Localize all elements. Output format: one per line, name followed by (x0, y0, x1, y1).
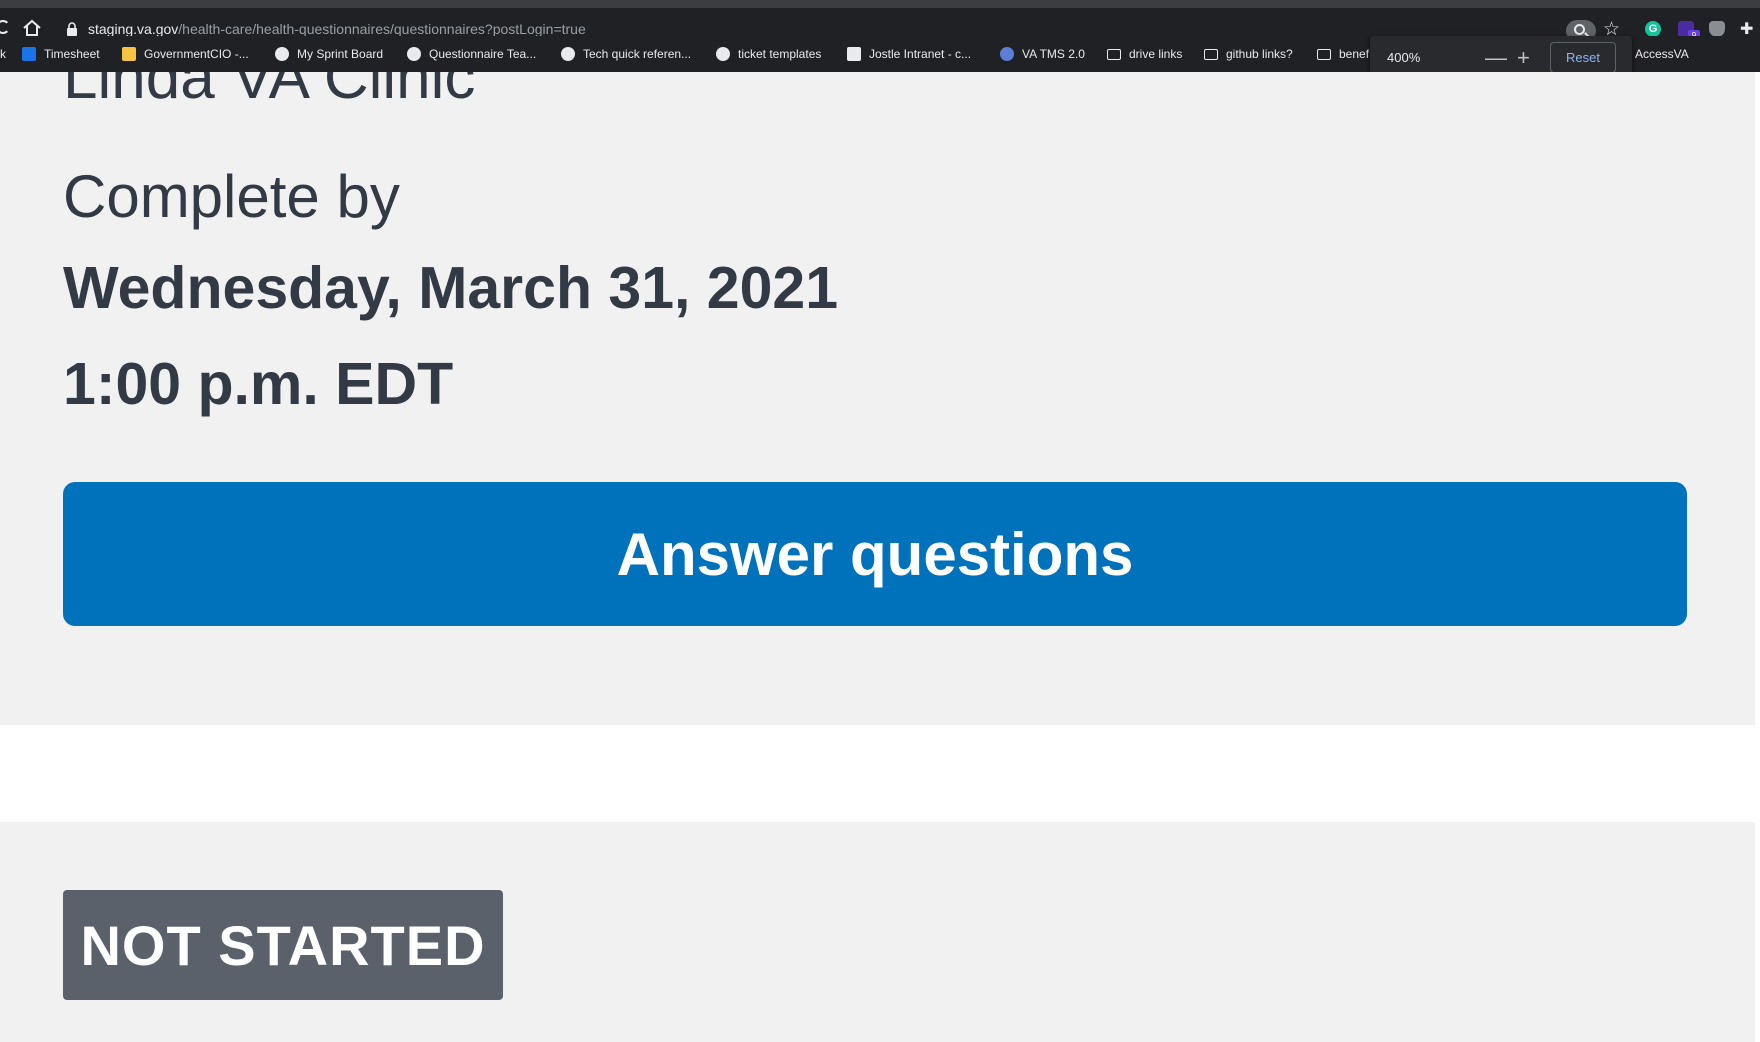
github-icon (716, 47, 730, 61)
clinic-name: Linda VA Clinic (63, 72, 476, 112)
status-badge: NOT STARTED (63, 890, 503, 1000)
lock-icon[interactable] (66, 22, 78, 36)
bookmark-governmentcio[interactable]: GovernmentCIO -... (122, 36, 249, 72)
due-date: Wednesday, March 31, 2021 (63, 255, 839, 321)
zoom-reset-button[interactable]: Reset (1550, 42, 1616, 73)
url-domain: staging.va.gov (88, 21, 179, 37)
bookmark-benef[interactable]: benef (1317, 36, 1369, 72)
reload-icon[interactable] (0, 20, 10, 34)
timesheet-icon (22, 47, 36, 61)
complete-by-label: Complete by (63, 163, 400, 230)
zoom-in-button[interactable]: + (1517, 43, 1530, 73)
bookmark-va-tms[interactable]: VA TMS 2.0 (1000, 36, 1085, 72)
bookmark-sprint-board[interactable]: My Sprint Board (275, 36, 383, 72)
shield-extension-icon[interactable] (1709, 21, 1725, 37)
questionnaire-card: Linda VA Clinic Complete by Wednesday, M… (0, 72, 1755, 725)
bookmark-github-links[interactable]: github links? (1204, 36, 1293, 72)
zoom-out-button[interactable]: — (1485, 43, 1507, 73)
github-icon (407, 47, 421, 61)
url-path: /health-care/health-questionnaires/quest… (178, 21, 586, 37)
bookmark-drive-links[interactable]: drive links (1107, 36, 1182, 72)
folder-icon (1204, 48, 1218, 60)
bookmark-accessva[interactable]: AccessVA (1635, 36, 1689, 72)
bookmark-timesheet[interactable]: Timesheet (22, 36, 100, 72)
bookmark-questionnaire-team[interactable]: Questionnaire Tea... (407, 36, 536, 72)
bookmark-tech-quick-reference[interactable]: Tech quick referen... (561, 36, 691, 72)
home-icon[interactable] (22, 19, 42, 37)
bookmark-ticket-templates[interactable]: ticket templates (716, 36, 821, 72)
grammarly-extension-icon[interactable]: G (1645, 21, 1661, 37)
github-icon (561, 47, 575, 61)
browser-top-strip (0, 0, 1760, 8)
tms-icon (1000, 47, 1014, 61)
bookmark-jostle-intranet[interactable]: Jostle Intranet - c... (847, 36, 971, 72)
calendar-icon (122, 47, 136, 61)
questionnaire-card-status: NOT STARTED (0, 822, 1755, 1042)
extension-icon[interactable]: 9 (1678, 21, 1700, 41)
github-icon (275, 47, 289, 61)
zoom-level: 400% (1387, 50, 1421, 65)
answer-questions-button[interactable]: Answer questions (63, 482, 1687, 626)
jostle-icon (847, 47, 861, 61)
bookmark-k[interactable]: k (0, 36, 6, 72)
address-bar: staging.va.gov/health-care/health-questi… (0, 8, 1760, 42)
url-field[interactable]: staging.va.gov/health-care/health-questi… (88, 21, 586, 37)
due-time: 1:00 p.m. EDT (63, 351, 454, 417)
folder-icon (1107, 48, 1121, 60)
folder-icon (1317, 48, 1331, 60)
